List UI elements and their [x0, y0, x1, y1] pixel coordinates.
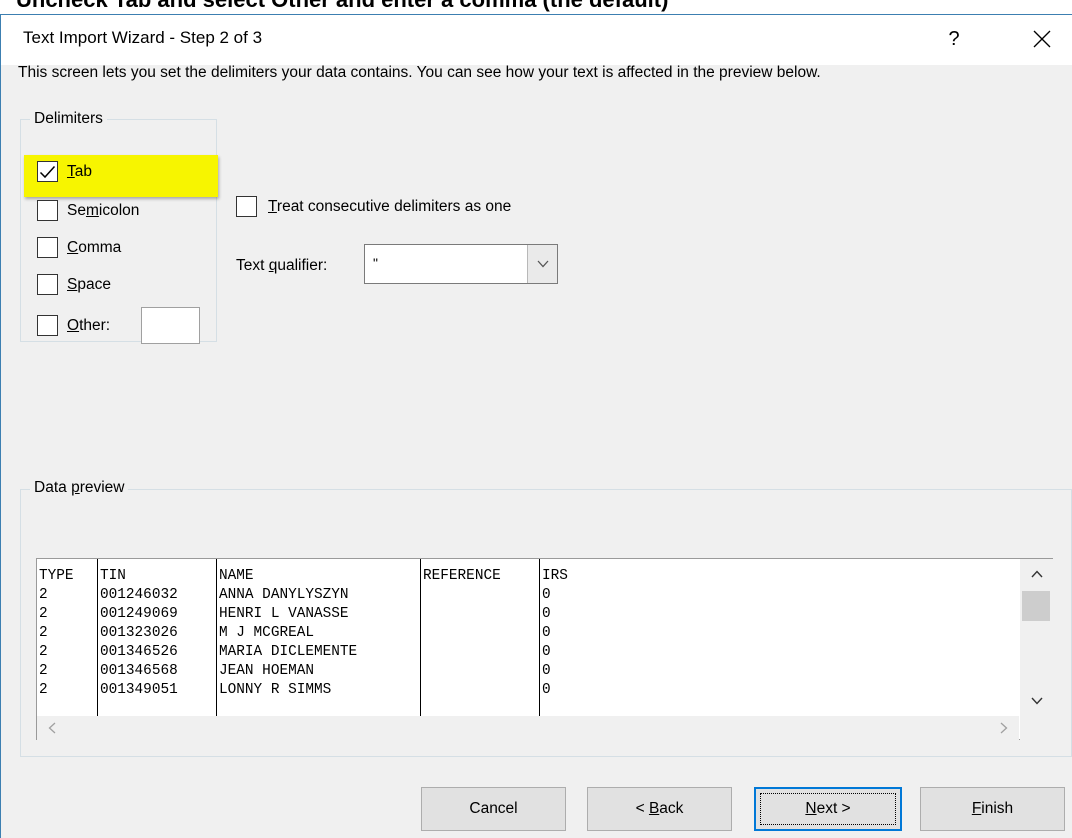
scroll-down-button[interactable] — [1020, 686, 1053, 716]
preview-cell: ANNA DANYLYSZYN — [219, 587, 349, 603]
cancel-button-label: Cancel — [469, 800, 518, 817]
preview-cell: 2 — [39, 644, 48, 660]
preview-cell: HENRI L VANASSE — [219, 606, 349, 622]
preview-cell: 0 — [542, 625, 551, 641]
preview-cell: 001246032 — [100, 587, 178, 603]
preview-cell — [421, 643, 539, 662]
vertical-scrollbar[interactable] — [1020, 559, 1053, 716]
preview-cell: 001346526 — [100, 644, 178, 660]
semicolon-checkbox-row[interactable]: Semicolon — [37, 200, 139, 221]
space-checkbox[interactable] — [37, 274, 58, 295]
dialog-title: Text Import Wizard - Step 2 of 3 — [23, 28, 263, 47]
description-text: This screen lets you set the delimiters … — [18, 64, 821, 81]
preview-cell: NAME — [219, 568, 254, 584]
preview-cell: 2 — [39, 606, 48, 622]
other-checkbox[interactable] — [37, 315, 58, 336]
title-bar: Text Import Wizard - Step 2 of 3 ? — [1, 15, 1072, 65]
back-button-label: < Back — [635, 800, 684, 817]
finish-button-label: Finish — [971, 800, 1014, 817]
other-delimiter-input[interactable] — [141, 307, 200, 344]
space-checkbox-row[interactable]: Space — [37, 274, 111, 295]
preview-column-tin[interactable]: TIN 001246032 001249069 001323026 001346… — [98, 559, 216, 716]
consecutive-delimiters-checkbox[interactable] — [236, 196, 257, 217]
next-button-focus-ring: Next > — [760, 793, 896, 825]
preview-cell: 001323026 — [100, 625, 178, 641]
chevron-up-icon — [1030, 570, 1043, 578]
preview-cell: TYPE — [39, 568, 74, 584]
other-label: Other: — [67, 316, 111, 334]
tab-checkbox-row[interactable]: Tab — [37, 161, 92, 182]
comma-checkbox-row[interactable]: Comma — [37, 237, 121, 258]
preview-cell: 0 — [542, 644, 551, 660]
preview-cell — [421, 681, 539, 700]
help-icon: ? — [948, 27, 960, 50]
data-preview-legend: Data preview — [30, 479, 129, 497]
back-button[interactable]: < Back — [587, 787, 732, 831]
scroll-up-button[interactable] — [1020, 559, 1053, 589]
tab-label: Tab — [67, 162, 92, 180]
close-icon — [1033, 30, 1051, 48]
preview-cell: MARIA DICLEMENTE — [219, 644, 358, 660]
cancel-button[interactable]: Cancel — [421, 787, 566, 831]
preview-cell: 001249069 — [100, 606, 178, 622]
preview-cell: IRS — [542, 568, 568, 584]
data-preview-box[interactable]: TYPE 2 2 2 2 2 2 TIN 001246032 001249069… — [36, 558, 1053, 740]
scroll-left-button[interactable] — [37, 716, 67, 740]
next-button-label: Next > — [805, 800, 851, 817]
semicolon-checkbox[interactable] — [37, 200, 58, 221]
chevron-left-icon — [48, 722, 56, 734]
preview-column-type[interactable]: TYPE 2 2 2 2 2 2 — [37, 559, 97, 716]
preview-column-name[interactable]: NAME ANNA DANYLYSZYN HENRI L VANASSE M J… — [217, 559, 420, 716]
tab-checkbox[interactable] — [37, 161, 58, 182]
preview-cell: TIN — [100, 568, 126, 584]
data-preview-content[interactable]: TYPE 2 2 2 2 2 2 TIN 001246032 001249069… — [37, 559, 1019, 716]
preview-cell: 2 — [39, 682, 48, 698]
finish-button[interactable]: Finish — [920, 787, 1065, 831]
preview-cell: 0 — [542, 663, 551, 679]
preview-cell — [421, 624, 539, 643]
preview-cell — [421, 605, 539, 624]
preview-cell: 001346568 — [100, 663, 178, 679]
preview-cell: REFERENCE — [423, 568, 501, 584]
help-button[interactable]: ? — [931, 19, 977, 59]
preview-cell — [421, 586, 539, 605]
preview-column-irs[interactable]: IRS 0 0 0 0 0 0 — [540, 559, 1010, 716]
text-qualifier-value: " — [373, 255, 378, 271]
preview-cell: 2 — [39, 587, 48, 603]
scroll-right-button[interactable] — [989, 716, 1019, 740]
preview-cell: 0 — [542, 587, 551, 603]
text-qualifier-select[interactable]: " — [364, 244, 558, 284]
preview-cell — [421, 662, 539, 681]
close-button[interactable] — [1019, 19, 1065, 59]
horizontal-scrollbar[interactable] — [37, 716, 1019, 740]
comma-label: Comma — [67, 238, 122, 256]
chevron-down-icon — [537, 260, 548, 268]
scroll-thumb[interactable] — [1022, 591, 1050, 621]
preview-cell: 2 — [39, 663, 48, 679]
chevron-right-icon — [1000, 722, 1008, 734]
preview-cell: LONNY R SIMMS — [219, 682, 332, 698]
scrollbar-corner — [1020, 716, 1053, 740]
space-label: Space — [67, 275, 111, 293]
chevron-down-icon — [1030, 697, 1043, 705]
preview-cell: 0 — [542, 682, 551, 698]
preview-cell: 001349051 — [100, 682, 178, 698]
preview-cell: 0 — [542, 606, 551, 622]
preview-cell: 2 — [39, 625, 48, 641]
dropdown-button[interactable] — [527, 245, 557, 283]
delimiters-legend: Delimiters — [30, 110, 107, 128]
preview-column-reference[interactable]: REFERENCE — [421, 559, 539, 716]
preview-cell: JEAN HOEMAN — [219, 663, 314, 679]
consecutive-delimiters-row[interactable]: Treat consecutive delimiters as one — [236, 196, 511, 217]
preview-cell: M J MCGREAL — [219, 625, 314, 641]
check-icon — [39, 165, 56, 178]
next-button[interactable]: Next > — [754, 787, 902, 831]
semicolon-label: Semicolon — [67, 201, 140, 219]
background-caption-text: Uncheck Tab and select Other and enter a… — [16, 0, 668, 13]
comma-checkbox[interactable] — [37, 237, 58, 258]
text-qualifier-label: Text qualifier: — [236, 257, 328, 274]
other-checkbox-row[interactable]: Other: — [37, 315, 110, 336]
consecutive-delimiters-label: Treat consecutive delimiters as one — [268, 197, 512, 215]
